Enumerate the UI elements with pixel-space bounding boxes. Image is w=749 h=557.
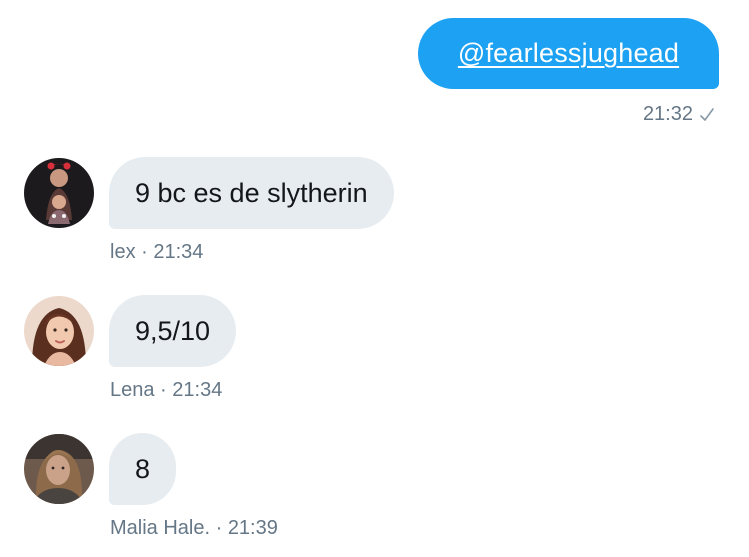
message-meta: lex · 21:34	[110, 241, 204, 263]
message-text: 9,5/10	[135, 315, 211, 346]
message-bubble: 9 bc es de slytherin	[109, 157, 394, 229]
outgoing-message-bubble: @fearlessjughead	[418, 18, 719, 89]
message-meta: Lena · 21:34	[110, 379, 223, 401]
avatar-lena[interactable]	[24, 296, 94, 366]
mention-link[interactable]: @fearlessjughead	[458, 38, 679, 69]
outgoing-message-time: 21:32	[642, 103, 693, 125]
message-text: 8	[135, 453, 151, 484]
avatar-malia[interactable]	[24, 434, 94, 504]
message-bubble: 8	[109, 433, 177, 505]
message-meta: Malia Hale. · 21:39	[110, 517, 278, 539]
check-icon	[699, 106, 715, 124]
message-bubble: 9,5/10	[109, 295, 237, 367]
outgoing-message-meta: 21:32	[643, 103, 715, 126]
message-text: 9 bc es de slytherin	[135, 177, 368, 208]
avatar-lex[interactable]	[24, 158, 94, 228]
